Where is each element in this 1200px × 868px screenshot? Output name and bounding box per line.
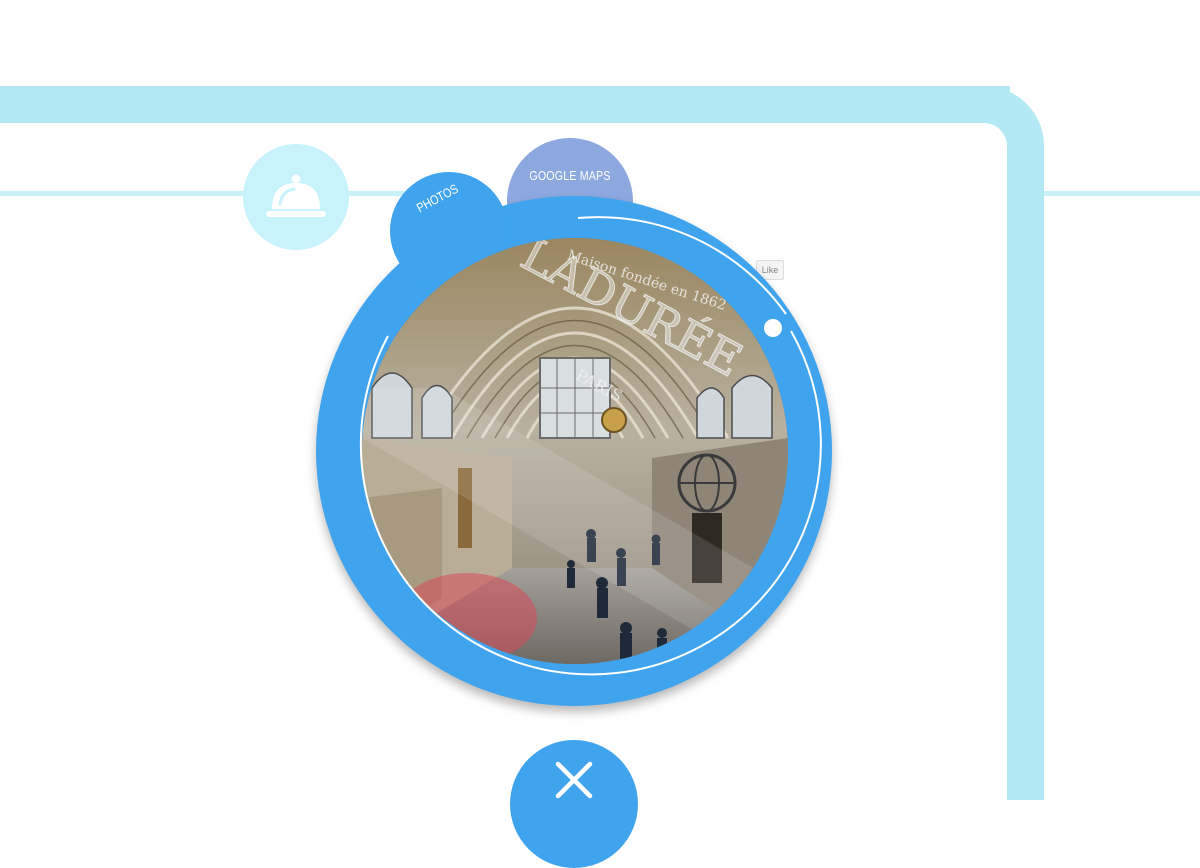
divider-line-left [0,191,250,196]
close-button[interactable] [510,740,638,868]
divider-line-right [1044,191,1200,196]
close-icon [555,761,593,799]
photo-slider-ring [359,216,822,676]
slider-handle[interactable] [764,319,782,337]
frame-top-bar [0,86,1010,123]
frame-right-bar [1007,160,1044,800]
tab-google-maps-label: GOOGLE MAPS [529,168,611,183]
